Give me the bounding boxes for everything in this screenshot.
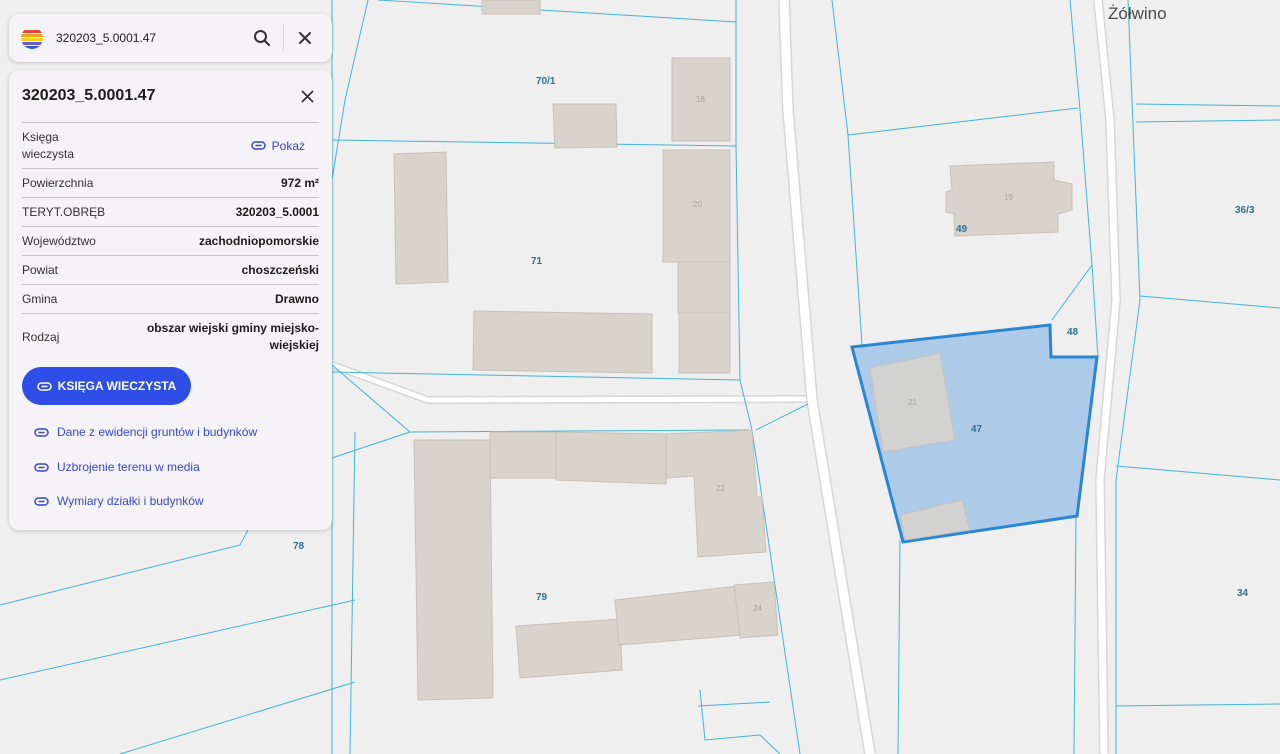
link-label: Uzbrojenie terenu w media [57, 460, 200, 474]
building-label: 21 [908, 398, 917, 407]
row-label: Gmina [22, 292, 58, 306]
row-rodzaj: Rodzaj obszar wiejski gminy miejsko-wiej… [22, 314, 319, 359]
row-value: 320203_5.0001 [235, 205, 319, 219]
parcel-label: 49 [956, 224, 968, 235]
row-value: 972 m² [280, 176, 319, 190]
place-label: Żółwino [1108, 4, 1167, 23]
row-wojewodztwo: Województwo zachodniopomorskie [22, 227, 319, 256]
show-link[interactable]: Pokaż [250, 138, 305, 153]
parcel-label: 78 [293, 541, 305, 552]
search-icon[interactable] [247, 23, 277, 53]
geoportal-logo-icon [21, 27, 43, 49]
parcel-label: 79 [536, 592, 548, 603]
row-label: Rodzaj [22, 329, 60, 344]
row-label: Powiat [22, 263, 59, 277]
search-bar[interactable]: 320203_5.0001.47 [9, 14, 332, 62]
show-link-label: Pokaż [271, 138, 305, 153]
link-icon [34, 496, 49, 506]
ksiega-wieczysta-button-label: KSIĘGA WIECZYSTA [57, 379, 177, 393]
row-powierzchnia: Powierzchnia 972 m² [22, 169, 319, 198]
link-icon [36, 381, 52, 391]
search-input[interactable]: 320203_5.0001.47 [56, 31, 247, 45]
building-label: 18 [696, 95, 705, 104]
parcel-info-panel: 320203_5.0001.47 Księga wieczysta Pokaż … [9, 70, 332, 530]
row-value: Drawno [274, 292, 319, 306]
row-value: zachodniopomorskie [198, 234, 319, 248]
parcel-label: 34 [1237, 588, 1249, 599]
panel-title: 320203_5.0001.47 [22, 87, 156, 104]
row-label: Powierzchnia [22, 176, 94, 190]
building-label: 22 [716, 484, 725, 493]
row-value: obszar wiejski gminy miejsko-wiejskiej [146, 320, 319, 352]
row-gmina: Gmina Drawno [22, 285, 319, 314]
row-ksiega-wieczysta: Księga wieczysta Pokaż [22, 123, 319, 169]
link-wymiary-dzialki[interactable]: Wymiary działki i budynków [34, 494, 204, 508]
building-label: 24 [753, 604, 762, 613]
parcel-label: 71 [531, 256, 543, 267]
building-label: 19 [1004, 193, 1013, 202]
link-label: Dane z ewidencji gruntów i budynków [57, 425, 258, 439]
row-label: TERYT.OBRĘB [22, 205, 106, 219]
building-label: 20 [693, 200, 702, 209]
search-divider [283, 25, 284, 51]
row-label: Województwo [22, 234, 96, 248]
row-powiat: Powiat choszczeński [22, 256, 319, 285]
link-icon [34, 427, 49, 437]
link-uzbrojenie-terenu[interactable]: Uzbrojenie terenu w media [34, 460, 200, 474]
row-label: Księga wieczysta [22, 129, 75, 161]
ksiega-wieczysta-button[interactable]: KSIĘGA WIECZYSTA [22, 367, 191, 405]
row-teryt-obreb: TERYT.OBRĘB 320203_5.0001 [22, 198, 319, 227]
parcel-label: 48 [1067, 327, 1079, 338]
row-value: choszczeński [241, 263, 319, 277]
panel-header: 320203_5.0001.47 [22, 70, 319, 123]
link-icon [250, 141, 266, 150]
close-icon[interactable] [290, 23, 320, 53]
link-icon [34, 462, 49, 472]
parcel-label: 70/1 [536, 76, 556, 87]
link-dane-ewidencji[interactable]: Dane z ewidencji gruntów i budynków [34, 425, 257, 439]
parcel-label: 47 [971, 424, 983, 435]
parcel-label: 36/3 [1235, 205, 1255, 216]
close-icon[interactable] [295, 84, 319, 108]
link-label: Wymiary działki i budynków [57, 494, 204, 508]
